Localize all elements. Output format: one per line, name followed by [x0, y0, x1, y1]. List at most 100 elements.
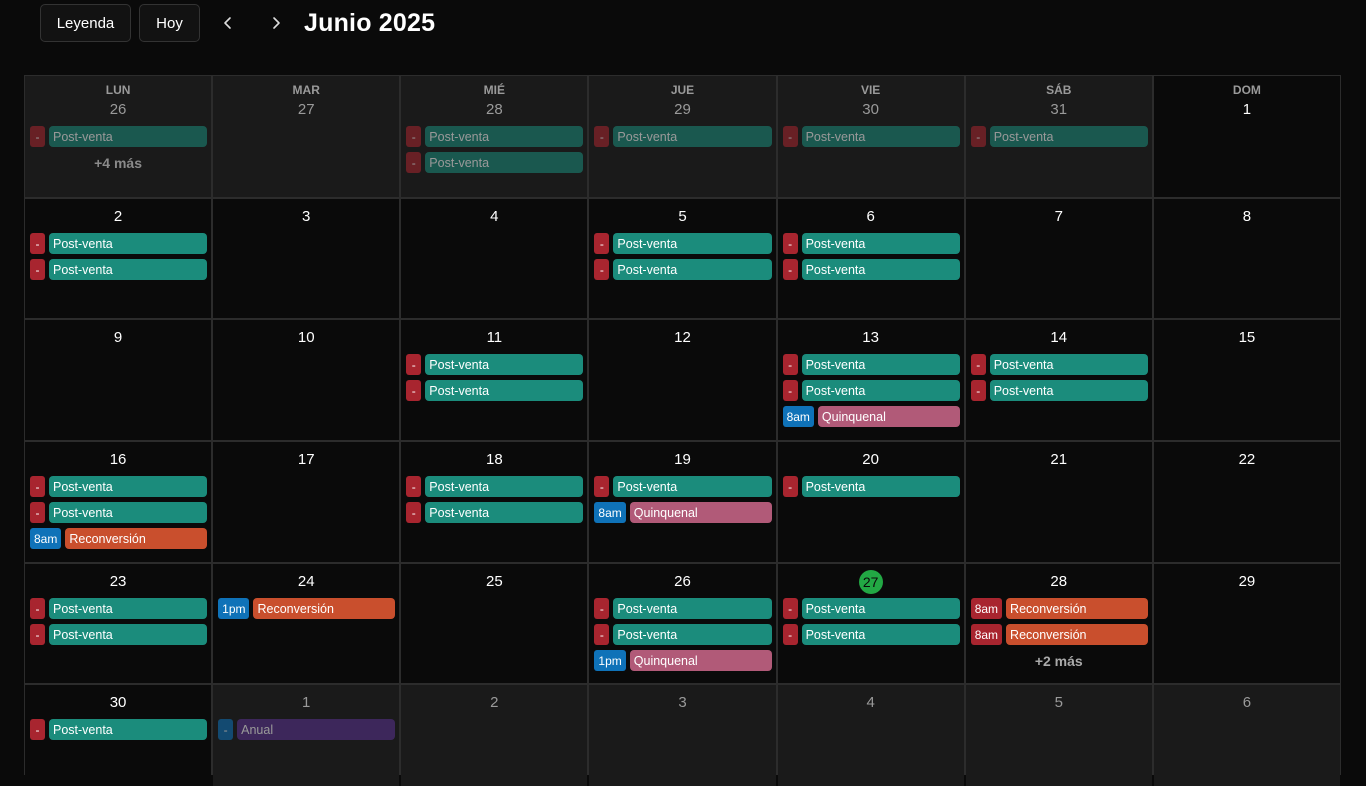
day-cell[interactable]: JUE 29 - Post-venta [589, 76, 776, 197]
calendar-event[interactable]: - Post-venta [406, 502, 584, 523]
calendar-event[interactable]: 8am Reconversión [970, 624, 1148, 645]
day-cell[interactable]: DOM 1 [1153, 76, 1340, 197]
chevron-right-icon[interactable] [256, 4, 296, 42]
day-cell[interactable]: 7 [965, 199, 1152, 318]
day-cell[interactable]: 18- Post-venta - Post-venta [401, 442, 588, 562]
calendar-event[interactable]: - Post-venta [406, 152, 584, 173]
day-number: 12 [674, 329, 691, 346]
calendar-event[interactable]: 8am Quinquenal [782, 406, 960, 427]
day-cell[interactable]: MAR 27 [213, 76, 400, 197]
calendar-event[interactable]: - Post-venta [594, 476, 772, 497]
day-cell[interactable]: 14 - Post-venta - Post-venta [965, 320, 1152, 440]
more-events-link[interactable]: +4 más [25, 155, 211, 171]
chevron-left-icon[interactable] [208, 4, 248, 42]
day-cell[interactable]: 11- Post-venta - Post-venta [401, 320, 588, 440]
day-cell[interactable]: 26- Post-venta - Post-venta 1pm Quinquenal [589, 564, 776, 683]
day-cell[interactable]: 2- Post-venta - Post-venta [25, 199, 212, 318]
day-cell[interactable]: 2 [401, 685, 588, 786]
calendar-event[interactable]: - Post-venta [594, 233, 772, 254]
calendar-event[interactable]: - Post-venta [30, 259, 208, 280]
day-number: 14 [1050, 329, 1068, 346]
event-time-badge: 8am [782, 406, 814, 427]
calendar-event[interactable]: 8am Reconversión [970, 598, 1148, 619]
day-cell[interactable]: 20 - Post-venta [777, 442, 964, 562]
today-button[interactable]: Hoy [139, 4, 200, 42]
calendar-event[interactable]: - Post-venta [594, 598, 772, 619]
event-label: Post-venta [49, 476, 208, 497]
calendar-event[interactable]: - Post-venta [30, 233, 208, 254]
day-cell[interactable]: 4 [777, 685, 964, 786]
day-cell[interactable]: 21 [965, 442, 1152, 562]
calendar-event[interactable]: - Post-venta [406, 354, 584, 375]
calendar-event[interactable]: - Post-venta [782, 259, 960, 280]
day-cell[interactable]: 25 [401, 564, 588, 683]
day-cell[interactable]: 5- Post-venta - Post-venta [589, 199, 776, 318]
more-events-link[interactable]: +2 más [966, 653, 1152, 669]
day-cell[interactable]: 17 [213, 442, 400, 562]
event-list: - Post-venta [25, 719, 211, 740]
calendar-event[interactable]: - Post-venta [30, 476, 208, 497]
day-cell[interactable]: 10 [213, 320, 400, 440]
calendar-event[interactable]: - Post-venta [782, 126, 960, 147]
calendar-event[interactable]: - Post-venta [782, 598, 960, 619]
calendar-event[interactable]: 8am Quinquenal [594, 502, 772, 523]
calendar-event[interactable]: - Post-venta [970, 126, 1148, 147]
calendar-event[interactable]: - Post-venta [782, 354, 960, 375]
calendar-event[interactable]: 1pm Reconversión [218, 598, 396, 619]
day-cell[interactable]: 27- Post-venta - Post-venta [777, 564, 964, 683]
calendar-event[interactable]: - Post-venta [30, 719, 208, 740]
day-cell[interactable]: VIE 30 - Post-venta [777, 76, 964, 197]
calendar-event[interactable]: - Post-venta [406, 476, 584, 497]
day-cell[interactable]: 12 [589, 320, 776, 440]
calendar-event[interactable]: - Post-venta [30, 598, 208, 619]
day-cell[interactable]: 28 8am Reconversión 8am Reconversión +2 más [965, 564, 1152, 683]
day-cell[interactable]: 24 1pm Reconversión [213, 564, 400, 683]
day-cell[interactable]: LUN 26 - Post-venta +4 más [25, 76, 212, 197]
day-number: 21 [1050, 451, 1068, 468]
day-cell[interactable]: 9 [25, 320, 212, 440]
event-time-badge: 8am [970, 624, 1003, 645]
calendar-event[interactable]: - Post-venta [782, 624, 960, 645]
day-cell[interactable]: 6 [1153, 685, 1340, 786]
calendar-event[interactable]: 1pm Quinquenal [594, 650, 772, 671]
day-cell[interactable]: 13- Post-venta - Post-venta 8am Quinquenal [777, 320, 964, 440]
calendar-event[interactable]: - Post-venta [782, 380, 960, 401]
day-number: 23 [109, 573, 127, 590]
day-cell[interactable]: 4 [401, 199, 588, 318]
day-cell[interactable]: 23 - Post-venta - Post-venta [25, 564, 212, 683]
day-cell[interactable]: 8 [1153, 199, 1340, 318]
calendar-event[interactable]: - Post-venta [594, 624, 772, 645]
day-cell[interactable]: 19 - Post-venta 8am Quinquenal [589, 442, 776, 562]
day-cell[interactable]: 22 [1153, 442, 1340, 562]
day-cell[interactable]: 30 - Post-venta [25, 685, 212, 786]
day-cell[interactable]: 3 [589, 685, 776, 786]
event-label: Anual [237, 719, 396, 740]
day-cell[interactable]: 3 [213, 199, 400, 318]
day-cell[interactable]: 16- Post-venta - Post-venta 8am Reconversión [25, 442, 212, 562]
calendar-event[interactable]: - Post-venta [30, 502, 208, 523]
calendar-event[interactable]: - Post-venta [406, 126, 584, 147]
calendar-event[interactable]: - Post-venta [594, 126, 772, 147]
calendar-event[interactable]: 8am Reconversión [30, 528, 208, 549]
calendar-event[interactable]: - Post-venta [782, 476, 960, 497]
calendar-event[interactable]: - Post-venta [782, 233, 960, 254]
day-cell[interactable]: 15 [1153, 320, 1340, 440]
day-cell[interactable]: 6- Post-venta - Post-venta [777, 199, 964, 318]
calendar-event[interactable]: - Post-venta [406, 380, 584, 401]
calendar-event[interactable]: - Anual [218, 719, 396, 740]
calendar-event[interactable]: - Post-venta [30, 126, 208, 147]
day-cell[interactable]: 29 [1153, 564, 1340, 683]
calendar-event[interactable]: - Post-venta [970, 354, 1148, 375]
event-label: Post-venta [425, 380, 584, 401]
calendar-event[interactable]: - Post-venta [594, 259, 772, 280]
day-cell[interactable]: MIÉ 28- Post-venta - Post-venta [401, 76, 588, 197]
day-cell[interactable]: 5 [965, 685, 1152, 786]
event-list: - Post-venta - Post-venta 8am Quinquenal [778, 354, 964, 427]
legend-button[interactable]: Leyenda [40, 4, 131, 42]
day-cell[interactable]: 1 - Anual [213, 685, 400, 786]
day-number: 7 [1054, 208, 1063, 225]
event-time-badge: - [594, 624, 610, 645]
calendar-event[interactable]: - Post-venta [30, 624, 208, 645]
calendar-event[interactable]: - Post-venta [970, 380, 1148, 401]
day-cell[interactable]: SÁB 31 - Post-venta [965, 76, 1152, 197]
